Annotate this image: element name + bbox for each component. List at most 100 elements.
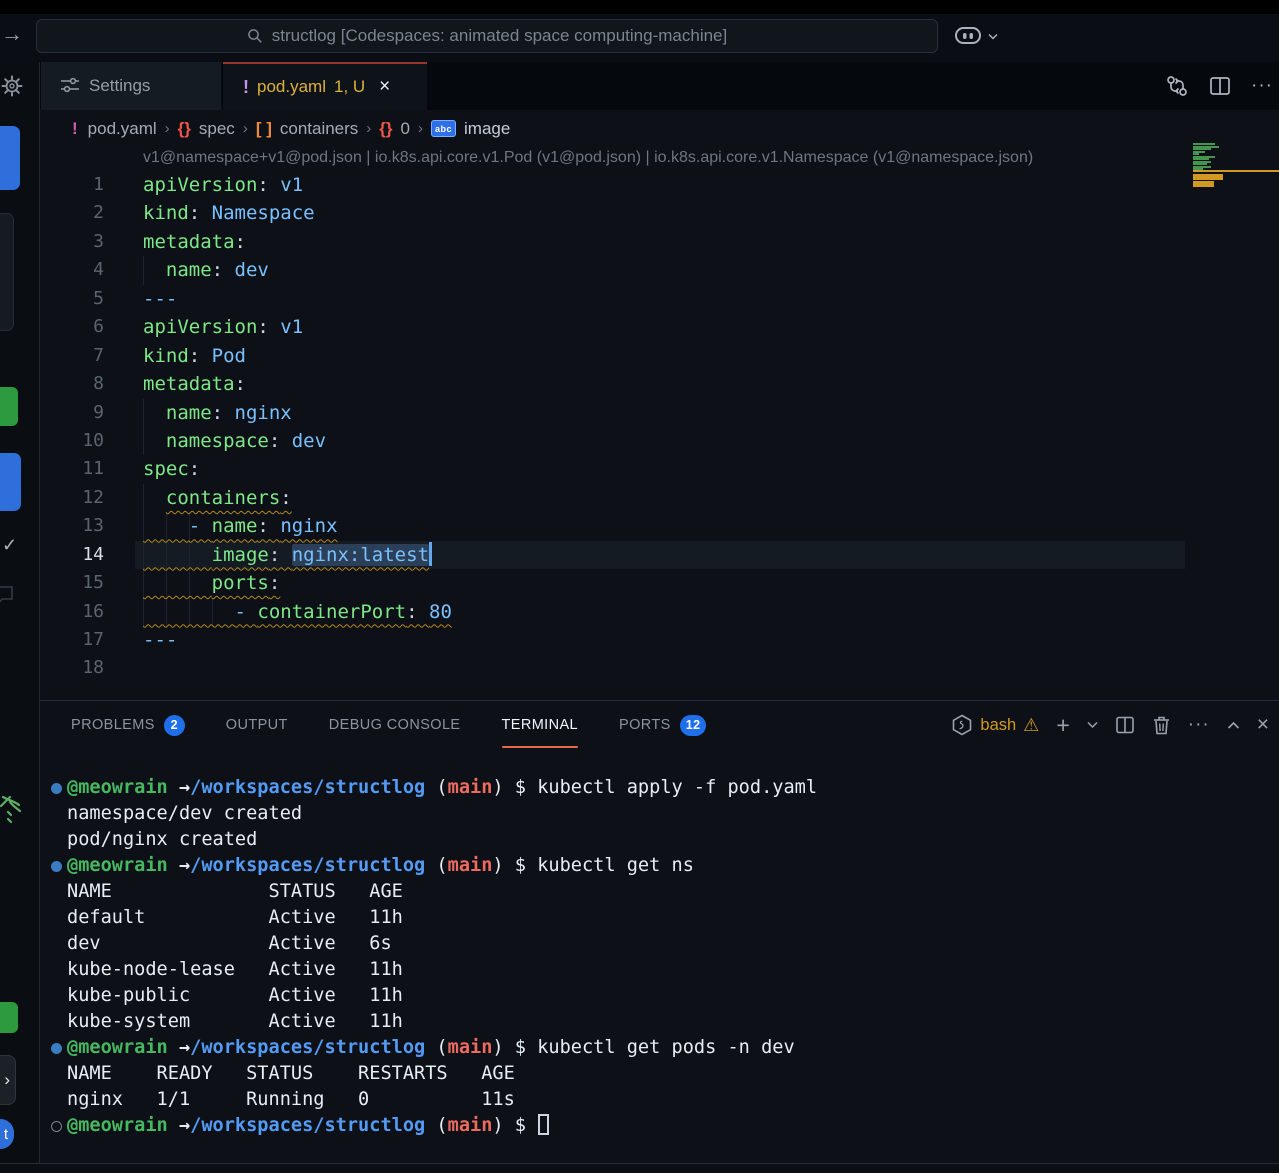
forward-arrow-icon[interactable]: → — [1, 21, 23, 47]
command-executed-decoration[interactable] — [51, 783, 62, 794]
cropped-blue-pill[interactable]: t — [0, 1119, 14, 1149]
cropped-chevron-button[interactable]: › — [0, 1055, 16, 1105]
tab-output-label: OUTPUT — [226, 717, 288, 733]
tab-pod-yaml-label: pod.yaml — [257, 77, 326, 97]
code-line-5[interactable]: 5--- — [40, 285, 1279, 313]
tab-terminal-label: TERMINAL — [502, 717, 579, 733]
breadcrumb-separator: › — [366, 120, 371, 137]
line-number[interactable]: 7 — [40, 342, 104, 370]
code-line-2[interactable]: 2kind: Namespace — [40, 199, 1279, 227]
breadcrumb-spec[interactable]: spec — [199, 119, 235, 139]
code-line-11[interactable]: 11spec: — [40, 455, 1279, 483]
line-number[interactable]: 8 — [40, 370, 104, 398]
line-number[interactable]: 12 — [40, 484, 104, 512]
code-line-1[interactable]: 1apiVersion: v1 — [40, 171, 1279, 199]
terminal-output-text: NAME READY STATUS RESTARTS AGE — [67, 1063, 515, 1084]
status-bar — [0, 1163, 1279, 1173]
line-number[interactable]: 18 — [40, 654, 104, 682]
tab-debug-console[interactable]: DEBUG CONSOLE — [329, 701, 461, 749]
git-compare-icon[interactable] — [1165, 74, 1189, 98]
code-line-9[interactable]: 9 name: nginx — [40, 399, 1279, 427]
code-line-15[interactable]: 15 ports: — [40, 569, 1279, 597]
shell-selector[interactable]: bash ⚠ — [951, 714, 1039, 736]
minimap-warning-block — [1193, 181, 1214, 187]
command-executed-decoration[interactable] — [51, 1043, 62, 1054]
line-number[interactable]: 15 — [40, 569, 104, 597]
line-number[interactable]: 6 — [40, 313, 104, 341]
chevron-right-icon: › — [4, 1070, 10, 1090]
panel-more-actions-icon[interactable]: ··· — [1188, 714, 1210, 736]
command-pending-decoration[interactable] — [51, 1121, 62, 1132]
code-line-3[interactable]: 3metadata: — [40, 228, 1279, 256]
code-line-12[interactable]: 12 containers: — [40, 484, 1279, 512]
code-line-8[interactable]: 8metadata: — [40, 370, 1279, 398]
tab-problems[interactable]: PROBLEMS 2 — [71, 701, 185, 749]
line-number[interactable]: 11 — [40, 455, 104, 483]
terminal-cursor[interactable] — [538, 1114, 549, 1135]
code-line-7[interactable]: 7kind: Pod — [40, 342, 1279, 370]
cropped-panel-fragment — [0, 213, 14, 331]
breadcrumb-containers[interactable]: containers — [280, 119, 358, 139]
code-line-4[interactable]: 4 name: dev — [40, 256, 1279, 284]
terminal-output-line: default Active 11h — [40, 905, 1279, 931]
line-number[interactable]: 3 — [40, 228, 104, 256]
tab-output[interactable]: OUTPUT — [226, 701, 288, 749]
copilot-menu[interactable] — [953, 19, 998, 53]
tab-close-icon[interactable]: × — [379, 76, 390, 98]
tab-terminal[interactable]: TERMINAL — [502, 701, 579, 749]
terminal-output-text: NAME STATUS AGE — [67, 881, 403, 902]
cropped-blue-button-2[interactable] — [0, 453, 21, 511]
command-executed-decoration[interactable] — [51, 861, 62, 872]
prompt-path: /workspaces/structlog — [190, 855, 425, 876]
terminal-output-line: NAME STATUS AGE — [40, 879, 1279, 905]
line-number[interactable]: 17 — [40, 626, 104, 654]
yaml-schema-hint[interactable]: v1@namespace+v1@pod.json | io.k8s.api.co… — [143, 149, 1033, 167]
code-line-13[interactable]: 13 - name: nginx — [40, 512, 1279, 540]
split-editor-icon[interactable] — [1209, 75, 1231, 97]
line-number[interactable]: 14 — [40, 541, 104, 569]
code-line-14[interactable]: 14 image: nginx:latest — [40, 541, 1279, 569]
new-terminal-icon[interactable]: + — [1056, 712, 1069, 739]
tab-pod-yaml[interactable]: ! pod.yaml 1, U × — [223, 62, 427, 110]
more-actions-icon[interactable]: ··· — [1251, 75, 1273, 97]
line-number[interactable]: 16 — [40, 598, 104, 626]
line-number[interactable]: 4 — [40, 256, 104, 284]
terminal-output[interactable]: @meowrain →/workspaces/structlog (main) … — [40, 775, 1279, 1139]
line-number[interactable]: 9 — [40, 399, 104, 427]
kill-terminal-trash-icon[interactable] — [1152, 715, 1171, 735]
cropped-blue-button[interactable] — [0, 126, 20, 190]
cropped-green-button-2[interactable] — [0, 1002, 18, 1033]
terminal-dropdown-icon[interactable] — [1087, 721, 1098, 729]
prompt-user: @meowrain — [67, 1037, 168, 1058]
line-number[interactable]: 2 — [40, 199, 104, 227]
code-line-16[interactable]: 16 - containerPort: 80 — [40, 598, 1279, 626]
close-panel-icon[interactable]: × — [1257, 713, 1269, 737]
line-number[interactable]: 13 — [40, 512, 104, 540]
breadcrumb: ! pod.yaml › {} spec › [ ] containers › … — [40, 110, 510, 147]
breadcrumb-item-0[interactable]: 0 — [401, 119, 410, 139]
command-center-search[interactable]: structlog [Codespaces: animated space co… — [36, 19, 938, 53]
line-number[interactable]: 5 — [40, 285, 104, 313]
tab-ports[interactable]: PORTS 12 — [619, 701, 706, 749]
code-line-10[interactable]: 10 namespace: dev — [40, 427, 1279, 455]
line-number[interactable]: 1 — [40, 171, 104, 199]
search-text: structlog [Codespaces: animated space co… — [272, 26, 727, 46]
tab-settings[interactable]: Settings — [41, 62, 222, 110]
minimap[interactable] — [1193, 143, 1279, 253]
breadcrumb-file[interactable]: pod.yaml — [88, 119, 157, 139]
terminal-output-text: dev Active 6s — [67, 933, 392, 954]
code-line-6[interactable]: 6apiVersion: v1 — [40, 313, 1279, 341]
cropped-green-button[interactable] — [0, 387, 18, 426]
code-editor[interactable]: 1apiVersion: v12kind: Namespace3metadata… — [40, 171, 1279, 683]
gear-icon[interactable] — [1, 75, 23, 97]
breadcrumb-image[interactable]: image — [464, 119, 510, 139]
code-line-17[interactable]: 17--- — [40, 626, 1279, 654]
tab-dirty-badge: 1, U — [334, 77, 365, 97]
breadcrumb-warning-icon: ! — [72, 119, 78, 139]
maximize-panel-icon[interactable] — [1227, 721, 1240, 730]
split-terminal-icon[interactable] — [1115, 715, 1135, 735]
line-number[interactable]: 10 — [40, 427, 104, 455]
prompt-path: /workspaces/structlog — [190, 1115, 425, 1136]
code-line-18[interactable]: 18 — [40, 654, 1279, 682]
terminal-text: ( — [425, 777, 447, 798]
